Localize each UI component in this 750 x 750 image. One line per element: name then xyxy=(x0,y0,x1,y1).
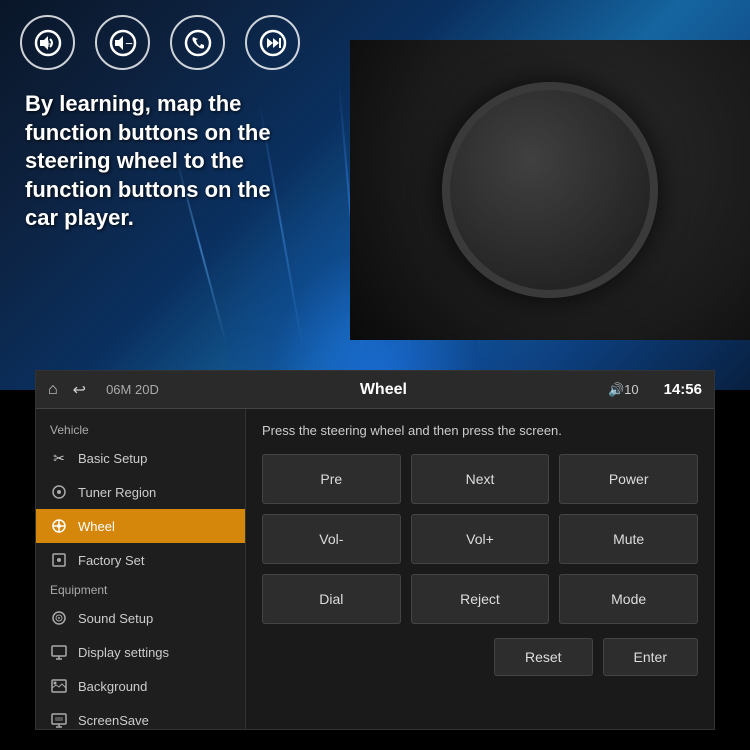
sidebar-item-sound-setup[interactable]: Sound Setup xyxy=(36,601,245,635)
basic-setup-icon: ✂ xyxy=(50,449,68,467)
wheel-button-grid: Pre Next Power Vol- Vol+ Mute Dial Rejec… xyxy=(262,454,698,624)
sidebar-item-label: ScreenSave xyxy=(78,713,149,728)
section-equipment-label: Equipment xyxy=(36,577,245,601)
vol-minus-button[interactable]: Vol- xyxy=(262,514,401,564)
next-button[interactable]: Next xyxy=(411,454,550,504)
steering-wheel-image xyxy=(350,40,750,340)
mode-button[interactable]: Mode xyxy=(559,574,698,624)
svg-text:−: − xyxy=(125,36,133,51)
sidebar-item-wheel[interactable]: Wheel xyxy=(36,509,245,543)
sidebar-item-label: Tuner Region xyxy=(78,485,156,500)
reset-button[interactable]: Reset xyxy=(494,638,593,676)
main-panel: ⌂ ↩ 06M 20D Wheel 🔊10 14:56 Vehicle ✂ Ba… xyxy=(35,370,715,730)
tuner-icon xyxy=(50,483,68,501)
sidebar-item-label: Display settings xyxy=(78,645,169,660)
hero-description: By learning, map the function buttons on… xyxy=(25,90,305,233)
vol-up-icon[interactable]: + xyxy=(20,15,75,70)
vol-down-icon[interactable]: − xyxy=(95,15,150,70)
action-buttons-row: Reset Enter xyxy=(262,638,698,676)
pre-button[interactable]: Pre xyxy=(262,454,401,504)
top-icons-bar: + − xyxy=(20,15,300,70)
display-icon xyxy=(50,643,68,661)
sidebar-item-tuner-region[interactable]: Tuner Region xyxy=(36,475,245,509)
sidebar-item-label: Factory Set xyxy=(78,553,144,568)
phone-icon[interactable] xyxy=(170,15,225,70)
background-icon xyxy=(50,677,68,695)
vol-plus-button[interactable]: Vol+ xyxy=(411,514,550,564)
header-volume: 🔊10 xyxy=(608,382,639,398)
sound-icon xyxy=(50,609,68,627)
sidebar-item-label: Sound Setup xyxy=(78,611,153,626)
sidebar-item-factory-set[interactable]: Factory Set xyxy=(36,543,245,577)
factory-icon xyxy=(50,551,68,569)
content-area: Vehicle ✂ Basic Setup Tuner Region xyxy=(36,409,714,729)
skip-icon[interactable] xyxy=(245,15,300,70)
power-button[interactable]: Power xyxy=(559,454,698,504)
sidebar-item-basic-setup[interactable]: ✂ Basic Setup xyxy=(36,441,245,475)
back-icon[interactable]: ↩ xyxy=(73,380,86,400)
screensave-icon xyxy=(50,711,68,729)
right-content: Press the steering wheel and then press … xyxy=(246,409,714,729)
sidebar-item-background[interactable]: Background xyxy=(36,669,245,703)
section-vehicle-label: Vehicle xyxy=(36,417,245,441)
sidebar-item-label: Background xyxy=(78,679,147,694)
sidebar-item-label: Wheel xyxy=(78,519,115,534)
sidebar: Vehicle ✂ Basic Setup Tuner Region xyxy=(36,409,246,729)
header-date: 06M 20D xyxy=(106,382,159,397)
reject-button[interactable]: Reject xyxy=(411,574,550,624)
wheel-icon xyxy=(50,517,68,535)
sidebar-item-label: Basic Setup xyxy=(78,451,147,466)
sidebar-item-display-settings[interactable]: Display settings xyxy=(36,635,245,669)
home-icon[interactable]: ⌂ xyxy=(48,381,58,399)
enter-button[interactable]: Enter xyxy=(603,638,698,676)
mute-button[interactable]: Mute xyxy=(559,514,698,564)
sidebar-item-screensave[interactable]: ScreenSave xyxy=(36,703,245,737)
header-time: 14:56 xyxy=(664,381,702,398)
header-title: Wheel xyxy=(174,381,593,399)
dial-button[interactable]: Dial xyxy=(262,574,401,624)
instruction-text: Press the steering wheel and then press … xyxy=(262,423,698,438)
header-bar: ⌂ ↩ 06M 20D Wheel 🔊10 14:56 xyxy=(36,371,714,409)
